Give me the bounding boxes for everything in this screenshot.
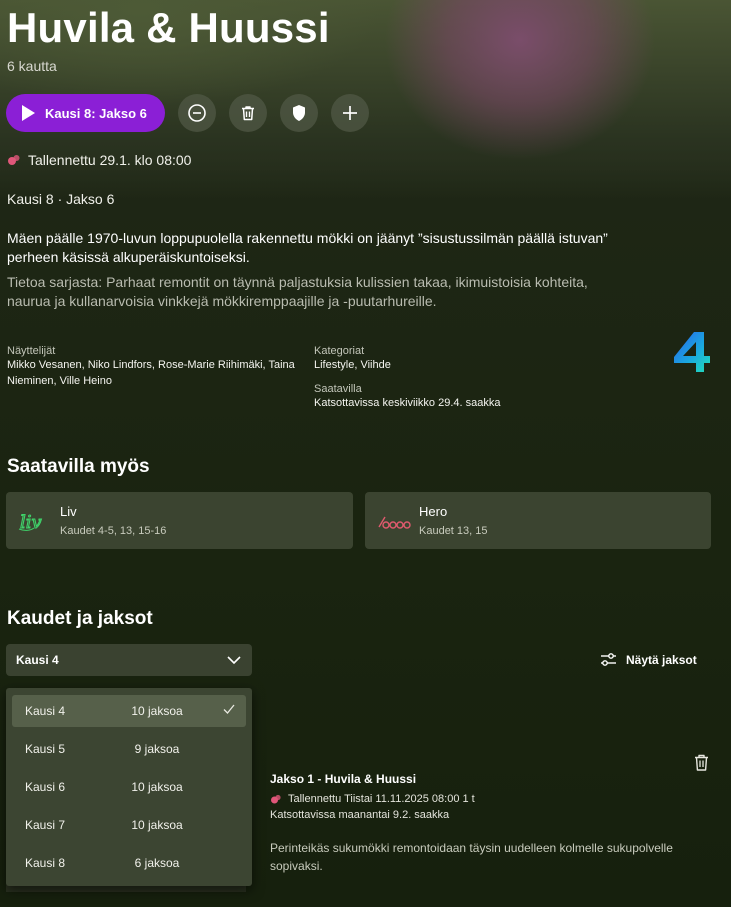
season-option[interactable]: Kausi 5 9 jaksoa bbox=[12, 733, 246, 765]
channel-name: Hero bbox=[419, 504, 448, 519]
season-option[interactable]: Kausi 6 10 jaksoa bbox=[12, 771, 246, 803]
channel-card-liv[interactable]: liv Liv Kaudet 4-5, 13, 15-16 bbox=[6, 492, 353, 549]
season-option-label: Kausi 7 bbox=[25, 818, 66, 832]
episode-line: Kausi 8 · Jakso 6 bbox=[7, 191, 115, 207]
actors-block: Näyttelijät Mikko Vesanen, Niko Lindfors… bbox=[7, 345, 302, 389]
show-episodes-button[interactable]: Näytä jaksot bbox=[600, 653, 697, 667]
filter-sliders-icon bbox=[601, 653, 616, 666]
actors-label: Näyttelijät bbox=[7, 345, 56, 357]
show-detail-page: Huvila & Huussi 6 kautta Kausi 8: Jakso … bbox=[0, 0, 731, 907]
channel-seasons: Kaudet 13, 15 bbox=[419, 525, 488, 537]
season-option-count: 9 jaksoa bbox=[134, 742, 180, 756]
recording-icon bbox=[271, 794, 281, 804]
plus-icon bbox=[342, 106, 357, 120]
season-option[interactable]: Kausi 7 10 jaksoa bbox=[12, 809, 246, 841]
season-dropdown: Kausi 4 10 jaksoa Kausi 5 9 jaksoa Kausi… bbox=[6, 688, 252, 886]
recorded-text: Tallennettu 29.1. klo 08:00 bbox=[28, 152, 192, 168]
season-option-count: 10 jaksoa bbox=[131, 818, 183, 832]
episode-availability: Katsottavissa maanantai 9.2. saakka bbox=[270, 809, 450, 821]
seasons-count: 6 kautta bbox=[7, 58, 57, 74]
play-button[interactable]: Kausi 8: Jakso 6 bbox=[6, 94, 165, 132]
availability-value: Katsottavissa keskiviikko 29.4. saakka bbox=[314, 397, 501, 409]
season-option-selected[interactable]: Kausi 4 10 jaksoa bbox=[12, 695, 246, 727]
seasons-heading: Kaudet ja jaksot bbox=[7, 608, 153, 629]
episode-description-text: Perinteikäs sukumökki remontoidaan täysi… bbox=[270, 841, 673, 873]
protect-button[interactable] bbox=[279, 94, 318, 132]
shield-icon bbox=[292, 105, 305, 121]
season-option-label: Kausi 5 bbox=[25, 742, 66, 756]
hero-logo-icon bbox=[378, 516, 411, 529]
season-option[interactable]: Kausi 8 6 jaksoa bbox=[12, 847, 246, 879]
also-available-heading: Saatavilla myös bbox=[7, 456, 150, 477]
season-select[interactable]: Kausi 4 bbox=[6, 644, 252, 676]
availability-block: Saatavilla Katsottavissa keskiviikko 29.… bbox=[314, 383, 574, 411]
episode-recorded: Tallennettu Tiistai 11.11.2025 08:00 1 t bbox=[270, 793, 475, 805]
add-button[interactable] bbox=[330, 94, 369, 132]
trash-icon bbox=[695, 754, 708, 771]
series-description: Tietoa sarjasta: Parhaat remontit on täy… bbox=[7, 274, 588, 309]
season-select-value: Kausi 4 bbox=[16, 653, 59, 667]
recorded-status: Tallennettu 29.1. klo 08:00 bbox=[7, 152, 191, 168]
show-episodes-label: Näytä jaksot bbox=[626, 653, 697, 667]
episode-recorded-text: Tallennettu Tiistai 11.11.2025 08:00 1 t bbox=[288, 793, 475, 805]
episode-title[interactable]: Jakso 1 - Huvila & Huussi bbox=[270, 772, 416, 786]
minus-circle-icon bbox=[188, 104, 206, 122]
play-button-label: Kausi 8: Jakso 6 bbox=[45, 105, 147, 121]
categories-block: Kategoriat Lifestyle, Viihde bbox=[314, 345, 564, 373]
show-title: Huvila & Huussi bbox=[7, 4, 330, 51]
season-option-count: 10 jaksoa bbox=[131, 780, 183, 794]
channel-card-hero[interactable]: Hero Kaudet 13, 15 bbox=[365, 492, 711, 549]
play-icon bbox=[22, 105, 35, 121]
delete-button[interactable] bbox=[228, 94, 267, 132]
chevron-down-icon bbox=[227, 656, 241, 665]
season-option-count: 6 jaksoa bbox=[134, 856, 180, 870]
actors-value: Mikko Vesanen, Niko Lindfors, Rose-Marie… bbox=[7, 359, 295, 387]
channel-name: Liv bbox=[60, 504, 77, 519]
liv-logo-icon: liv bbox=[18, 511, 42, 533]
season-option-label: Kausi 8 bbox=[25, 856, 66, 870]
channel-seasons: Kaudet 4-5, 13, 15-16 bbox=[60, 525, 167, 537]
recording-icon bbox=[8, 155, 20, 165]
trash-icon bbox=[241, 106, 254, 121]
categories-label: Kategoriat bbox=[314, 345, 365, 357]
season-option-label: Kausi 4 bbox=[25, 704, 66, 718]
action-bar: Kausi 8: Jakso 6 bbox=[6, 94, 369, 132]
availability-label: Saatavilla bbox=[314, 383, 362, 395]
checkmark-icon bbox=[223, 704, 235, 714]
season-option-label: Kausi 6 bbox=[25, 780, 66, 794]
remove-button[interactable] bbox=[177, 94, 216, 132]
episode-delete-button[interactable] bbox=[693, 753, 710, 777]
episode-description: Mäen päälle 1970-luvun loppupuolella rak… bbox=[7, 230, 608, 265]
categories-value: Lifestyle, Viihde bbox=[314, 359, 391, 371]
channel-4-logo bbox=[674, 332, 710, 372]
season-option-count: 10 jaksoa bbox=[131, 704, 183, 718]
